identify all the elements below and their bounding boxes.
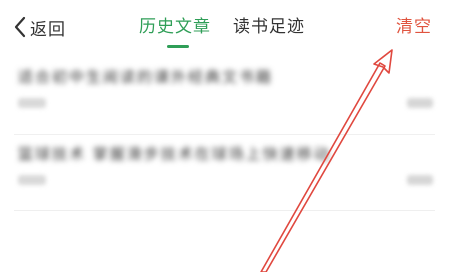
list-item[interactable]: 适合初中生阅读的课外经典文书籍 xyxy=(14,58,435,134)
back-button[interactable]: 返回 xyxy=(14,14,66,40)
list-item-meta xyxy=(18,98,46,108)
history-list: 适合初中生阅读的课外经典文书籍 篮球技术 掌握滑步技术在球场上快速移动 xyxy=(0,58,449,211)
top-bar: 返回 历史文章 读书足迹 清空 xyxy=(0,0,449,56)
list-item-meta xyxy=(18,175,46,185)
list-item-title: 适合初中生阅读的课外经典文书籍 xyxy=(18,68,274,86)
list-item[interactable]: 篮球技术 掌握滑步技术在球场上快速移动 xyxy=(14,134,435,211)
chevron-left-icon xyxy=(14,16,26,38)
history-page: 返回 历史文章 读书足迹 清空 适合初中生阅读的课外经典文书籍 篮球技术 掌握滑… xyxy=(0,0,449,272)
tab-reading-footprint[interactable]: 读书足迹 xyxy=(233,14,305,40)
active-tab-indicator xyxy=(167,45,189,48)
list-item-time xyxy=(407,98,433,108)
back-label: 返回 xyxy=(30,19,66,40)
list-item-time xyxy=(407,175,433,185)
clear-button[interactable]: 清空 xyxy=(396,14,432,40)
tab-history-articles[interactable]: 历史文章 xyxy=(139,14,211,40)
list-item-title: 篮球技术 掌握滑步技术在球场上快速移动 xyxy=(18,145,331,163)
divider xyxy=(14,210,435,211)
